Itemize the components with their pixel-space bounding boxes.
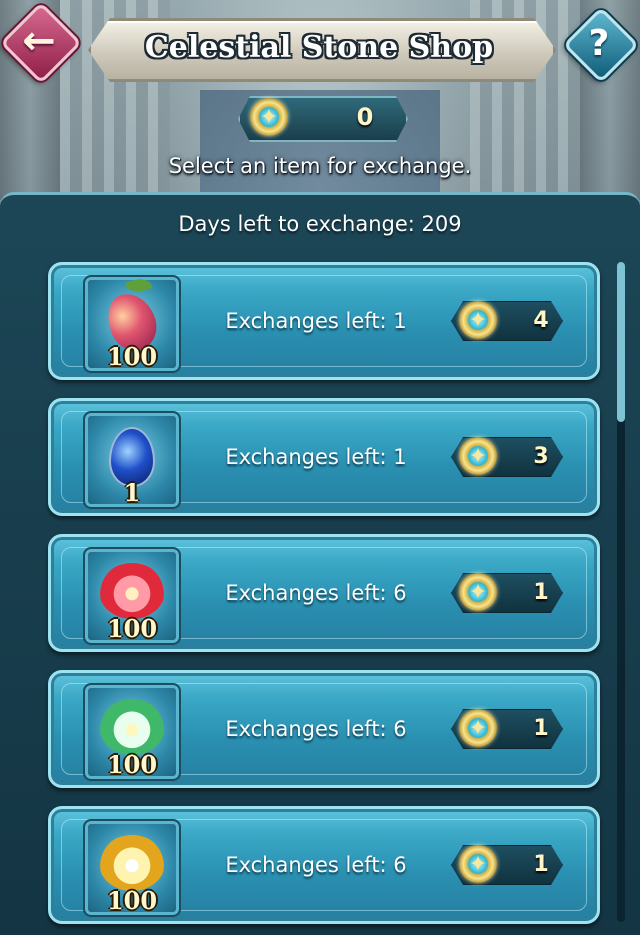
item-cost: 1 [533,851,549,877]
item-icon-frame: 100 [83,819,181,917]
item-quantity: 100 [106,749,158,779]
exchanges-left: Exchanges left: 6 [225,581,407,605]
item-quantity: 100 [106,885,158,915]
red-flower-icon [99,563,165,619]
arrow-left-icon: ← [22,18,56,64]
gold-flower-icon [99,835,165,891]
item-quantity: 100 [106,613,158,643]
celestial-stone-icon [250,98,288,136]
page-title: Celestial Stone Shop [144,29,494,65]
item-list: 100 Exchanges left: 1 4 1 Exchanges left… [0,256,640,932]
days-left-text: Days left to exchange: 209 [178,212,462,236]
exchanges-left: Exchanges left: 1 [225,309,407,333]
item-quantity: 1 [123,477,141,507]
celestial-stone-icon [459,573,497,611]
shop-item-row[interactable]: 100 Exchanges left: 6 1 [48,670,600,788]
celestial-stone-icon [459,301,497,339]
scrollbar-thumb[interactable] [617,262,625,422]
item-icon-frame: 100 [83,275,181,373]
item-cost: 3 [533,443,549,469]
shop-item-row[interactable]: 100 Exchanges left: 1 4 [48,262,600,380]
exchanges-left: Exchanges left: 1 [225,445,407,469]
back-button[interactable]: ← [0,1,83,85]
celestial-stone-icon [459,437,497,475]
exchanges-left: Exchanges left: 6 [225,853,407,877]
instruction-text: Select an item for exchange. [168,154,472,178]
item-cost: 4 [533,307,549,333]
green-flower-icon [99,699,165,755]
item-cost: 1 [533,715,549,741]
celestial-stone-icon [459,709,497,747]
shop-item-row[interactable]: 1 Exchanges left: 1 3 [48,398,600,516]
shop-item-row[interactable]: 100 Exchanges left: 6 1 [48,534,600,652]
item-icon-frame: 100 [83,547,181,645]
exchanges-left: Exchanges left: 6 [225,717,407,741]
item-icon-frame: 100 [83,683,181,781]
celestial-stone-icon [459,845,497,883]
help-button[interactable]: ? [562,6,640,84]
currency-amount: 0 [356,103,374,131]
question-mark-icon: ? [588,22,610,64]
item-icon-frame: 1 [83,411,181,509]
item-quantity: 100 [106,341,158,371]
item-cost: 1 [533,579,549,605]
shop-item-row[interactable]: 100 Exchanges left: 6 1 [48,806,600,924]
